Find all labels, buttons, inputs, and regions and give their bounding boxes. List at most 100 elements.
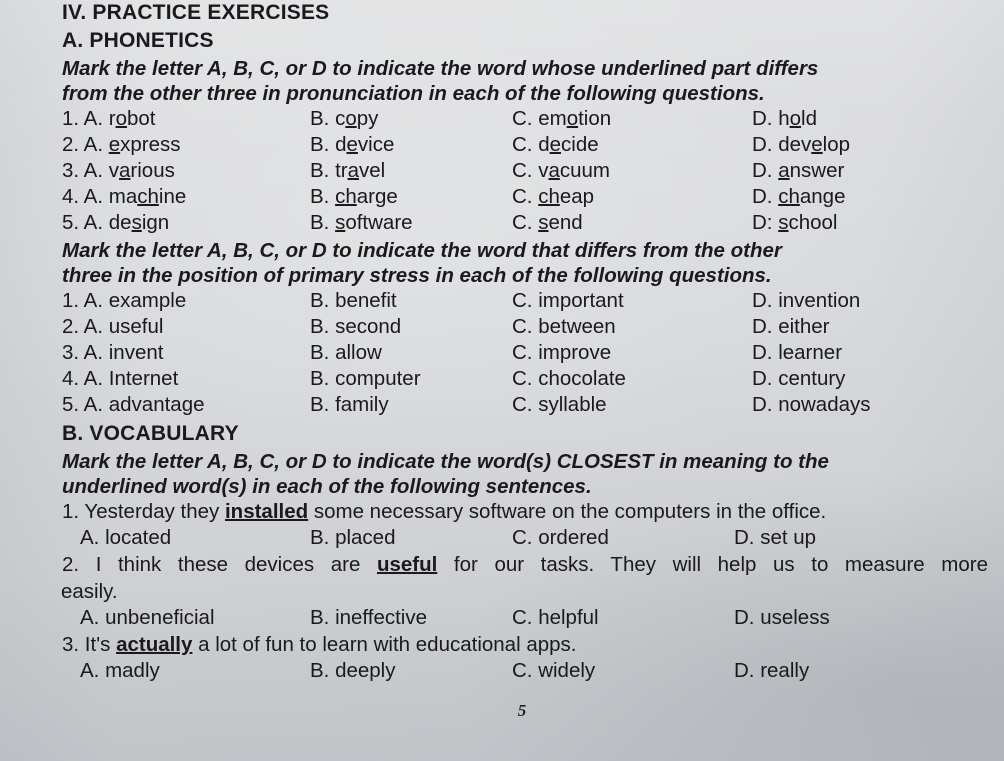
option-word: example (108, 288, 187, 312)
pronunciation-question-row: 3. A. various B. travel C. vacuum D. answer (62, 158, 996, 184)
stress-option-a[interactable]: 2. A. useful (62, 314, 310, 340)
vocabulary-option-a[interactable]: A. madly (80, 658, 310, 685)
stress-option-b[interactable]: B. computer (310, 366, 512, 392)
option-word: placed (335, 526, 396, 550)
option-label: A. (83, 184, 109, 208)
option-word: second (335, 314, 402, 338)
vocabulary-option-d[interactable]: D. really (734, 658, 809, 685)
stress-option-c[interactable]: C. important (512, 288, 752, 314)
option-label: D. (752, 366, 779, 390)
option-word: madly (105, 659, 160, 683)
underlined-part: a (119, 158, 131, 182)
question-number: 3. (62, 340, 84, 364)
sentence-continuation: easily. (61, 579, 118, 603)
pronunciation-option-d[interactable]: D: school (752, 210, 837, 236)
option-word: really (760, 659, 810, 683)
option-label: C. (512, 288, 539, 312)
sentence-line: 1. Yesterday they installed some necessa… (62, 499, 827, 523)
pronunciation-option-c[interactable]: C. send (512, 210, 752, 236)
pronunciation-option-c[interactable]: C. cheap (512, 184, 752, 210)
vocabulary-option-a[interactable]: A. unbeneficial (80, 605, 310, 632)
option-label: D. (752, 288, 779, 312)
stress-option-b[interactable]: B. allow (310, 340, 512, 366)
option-word: answer (778, 158, 845, 182)
stress-option-c[interactable]: C. improve (512, 340, 752, 366)
option-label: D. (752, 158, 779, 182)
vocabulary-option-c[interactable]: C. widely (512, 658, 734, 685)
underlined-part: o (345, 106, 357, 130)
pronunciation-option-c[interactable]: C. emotion (512, 106, 752, 132)
option-label: A. (83, 366, 109, 390)
pronunciation-question-list: 1. A. robot B. copy C. emotion D. hold 2. A.… (62, 106, 996, 236)
pronunciation-option-a[interactable]: 2. A. express (62, 132, 310, 158)
pronunciation-option-d[interactable]: D. develop (752, 132, 850, 158)
underlined-part: o (115, 106, 127, 130)
pronunciation-option-c[interactable]: C. vacuum (512, 158, 752, 184)
vocabulary-question-list: 1. Yesterday they installed some necessa… (61, 499, 996, 685)
stress-option-a[interactable]: 1. A. example (62, 288, 310, 314)
pronunciation-option-b[interactable]: B. charge (310, 184, 512, 210)
stress-option-d[interactable]: D. learner (752, 340, 842, 366)
option-word: family (335, 392, 389, 416)
stress-option-a[interactable]: 5. A. advantage (62, 392, 310, 418)
pronunciation-option-c[interactable]: C. decide (512, 132, 752, 158)
pronunciation-option-a[interactable]: 4. A. machine (62, 184, 310, 210)
pronunciation-option-d[interactable]: D. hold (752, 106, 817, 132)
vocabulary-option-d[interactable]: D. useless (734, 605, 830, 632)
vocabulary-option-row: A. madly B. deeply C. widely D. really (62, 658, 996, 685)
option-word: device (335, 132, 395, 156)
vocabulary-option-a[interactable]: A. located (80, 525, 310, 552)
pronunciation-option-d[interactable]: D. answer (752, 158, 844, 184)
stress-option-b[interactable]: B. family (310, 392, 512, 418)
pronunciation-option-b[interactable]: B. software (310, 210, 512, 236)
underlined-part: o (789, 106, 802, 130)
option-word: century (778, 366, 846, 390)
stress-option-c[interactable]: C. syllable (512, 392, 752, 418)
stress-option-a[interactable]: 4. A. Internet (62, 366, 310, 392)
pronunciation-option-a[interactable]: 3. A. various (62, 158, 310, 184)
question-number: 5. (62, 210, 84, 234)
stress-option-b[interactable]: B. benefit (310, 288, 512, 314)
stress-option-c[interactable]: C. chocolate (512, 366, 752, 392)
stress-option-d[interactable]: D. century (752, 366, 845, 392)
pronunciation-question-row: 5. A. design B. software C. send D: school (62, 210, 996, 236)
option-word: cheap (538, 184, 595, 208)
pronunciation-option-b[interactable]: B. copy (310, 106, 512, 132)
pronunciation-option-b[interactable]: B. device (310, 132, 512, 158)
stress-option-d[interactable]: D. nowadays (752, 392, 871, 418)
instruction-line-1: Mark the letter A, B, C, or D to indicat… (62, 56, 819, 80)
instruction-line-2: from the other three in pronunciation in… (62, 81, 765, 105)
option-word: useful (108, 314, 164, 338)
stress-option-b[interactable]: B. second (310, 314, 512, 340)
pronunciation-option-d[interactable]: D. change (752, 184, 845, 210)
stress-option-d[interactable]: D. either (752, 314, 829, 340)
option-label: B. (310, 288, 336, 312)
stress-option-c[interactable]: C. between (512, 314, 752, 340)
vocabulary-option-c[interactable]: C. ordered (512, 525, 734, 552)
vocabulary-option-b[interactable]: B. placed (310, 525, 512, 552)
vocabulary-sentence: 3. It's actually a lot of fun to learn w… (62, 632, 996, 659)
underlined-part: s (538, 210, 549, 234)
option-label: D. (734, 606, 761, 630)
option-word: send (538, 210, 583, 234)
stress-option-a[interactable]: 3. A. invent (62, 340, 310, 366)
question-number: 2. (62, 552, 96, 576)
stress-question-row: 2. A. useful B. second C. between D. either (62, 314, 996, 340)
option-label: B. (310, 526, 336, 550)
option-label: C. (512, 210, 539, 234)
stress-question-row: 5. A. advantage B. family C. syllable D. no… (62, 392, 996, 418)
vocabulary-option-c[interactable]: C. helpful (512, 605, 734, 632)
stress-option-d[interactable]: D. invention (752, 288, 860, 314)
vocabulary-option-b[interactable]: B. ineffective (310, 605, 512, 632)
vocabulary-option-d[interactable]: D. set up (734, 525, 816, 552)
option-label: D. (752, 132, 779, 156)
pronunciation-option-a[interactable]: 5. A. design (62, 210, 310, 236)
pronunciation-option-b[interactable]: B. travel (310, 158, 512, 184)
option-label: D. (752, 392, 779, 416)
underlined-part: e (811, 132, 823, 156)
option-label: D. (734, 526, 761, 550)
vocabulary-option-b[interactable]: B. deeply (310, 658, 512, 685)
option-word: set up (760, 526, 817, 550)
pronunciation-option-a[interactable]: 1. A. robot (62, 106, 310, 132)
option-label: C. (512, 659, 539, 683)
